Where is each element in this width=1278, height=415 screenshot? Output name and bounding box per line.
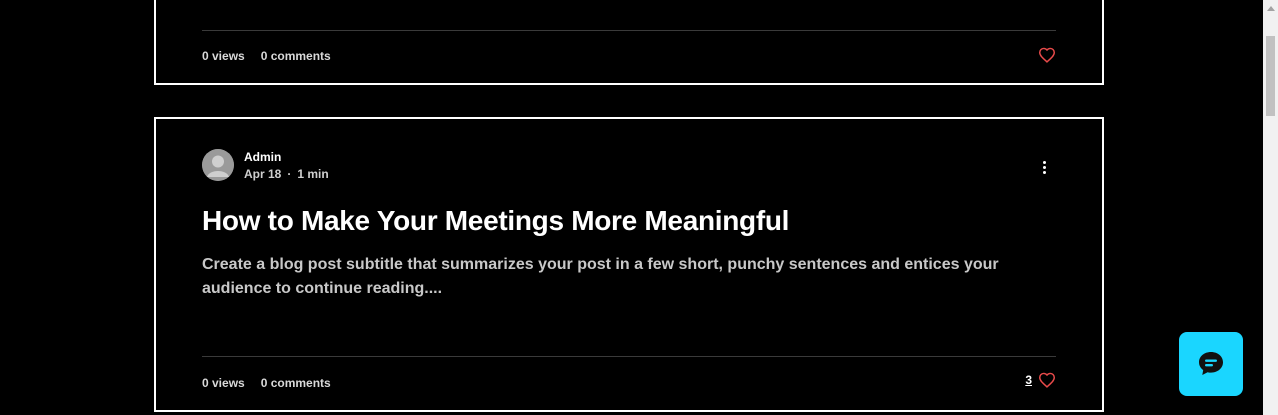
likes[interactable]: 3: [1025, 372, 1056, 388]
page-scrollbar[interactable]: [1263, 0, 1278, 415]
card-divider: [202, 30, 1056, 31]
comments-count[interactable]: 0 comments: [261, 376, 331, 390]
views-count: 0 views: [202, 376, 245, 390]
post-date-readtime: Apr 18 · 1 min: [244, 167, 329, 181]
heart-icon[interactable]: [1038, 372, 1056, 388]
views-count: 0 views: [202, 49, 245, 63]
comments-count[interactable]: 0 comments: [261, 49, 331, 63]
meta-separator: ·: [287, 166, 292, 181]
chat-bubble-icon: [1199, 352, 1223, 375]
likes-count[interactable]: 3: [1025, 373, 1032, 387]
heart-icon[interactable]: [1038, 47, 1056, 63]
chat-button[interactable]: [1179, 332, 1243, 396]
post-card[interactable]: Admin Apr 18 · 1 min How to Make Your Me…: [154, 117, 1104, 412]
author-name[interactable]: Admin: [244, 150, 329, 164]
read-time: 1 min: [297, 166, 329, 181]
scroll-up-arrow-icon[interactable]: [1267, 6, 1275, 11]
more-vertical-icon[interactable]: [1034, 157, 1054, 177]
post-card-previous[interactable]: 0 views 0 comments: [154, 0, 1104, 85]
user-avatar-icon[interactable]: [202, 149, 234, 181]
post-date: Apr 18: [244, 166, 282, 181]
post-stats: 0 views 0 comments: [202, 49, 331, 63]
scrollbar-thumb[interactable]: [1266, 36, 1275, 116]
card-divider: [202, 356, 1056, 357]
post-stats: 0 views 0 comments: [202, 376, 331, 390]
post-title[interactable]: How to Make Your Meetings More Meaningfu…: [202, 205, 789, 237]
post-excerpt[interactable]: Create a blog post subtitle that summari…: [202, 253, 1022, 301]
post-author-meta: Admin Apr 18 · 1 min: [202, 149, 329, 181]
